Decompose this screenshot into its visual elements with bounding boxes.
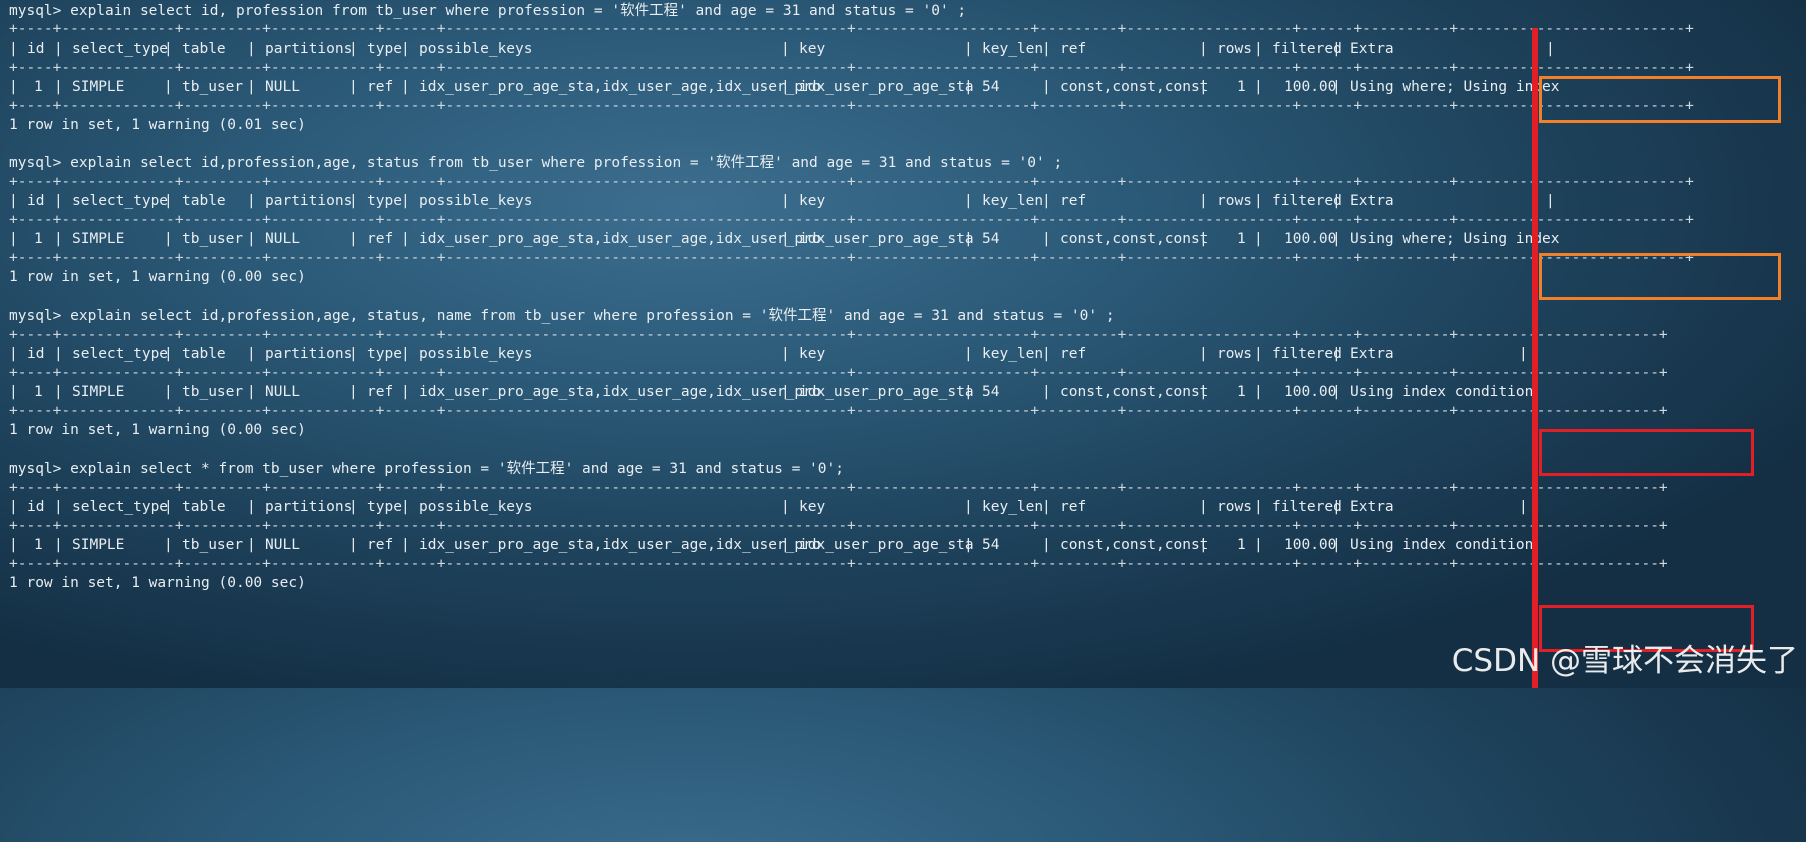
result-footer: 1 row in set, 1 warning (0.01 sec) — [9, 117, 306, 133]
table-border: +----+-------------+---------+----------… — [9, 480, 1668, 496]
table-border: +----+-------------+---------+----------… — [9, 327, 1668, 343]
red-vertical-marker — [1532, 28, 1538, 688]
watermark: CSDN @雪球不会消失了 — [1451, 643, 1798, 679]
result-footer: 1 row in set, 1 warning (0.00 sec) — [9, 575, 306, 591]
highlight-box-orange-2 — [1539, 253, 1781, 300]
table-border: +----+-------------+---------+----------… — [9, 21, 1694, 37]
highlight-box-red-1 — [1539, 429, 1754, 476]
table-border: +----+-------------+---------+----------… — [9, 174, 1694, 190]
terminal-window[interactable]: mysql> explain select id, profession fro… — [0, 0, 1806, 688]
result-footer: 1 row in set, 1 warning (0.00 sec) — [9, 269, 306, 285]
result-footer: 1 row in set, 1 warning (0.00 sec) — [9, 422, 306, 438]
highlight-box-orange-1 — [1539, 76, 1781, 123]
